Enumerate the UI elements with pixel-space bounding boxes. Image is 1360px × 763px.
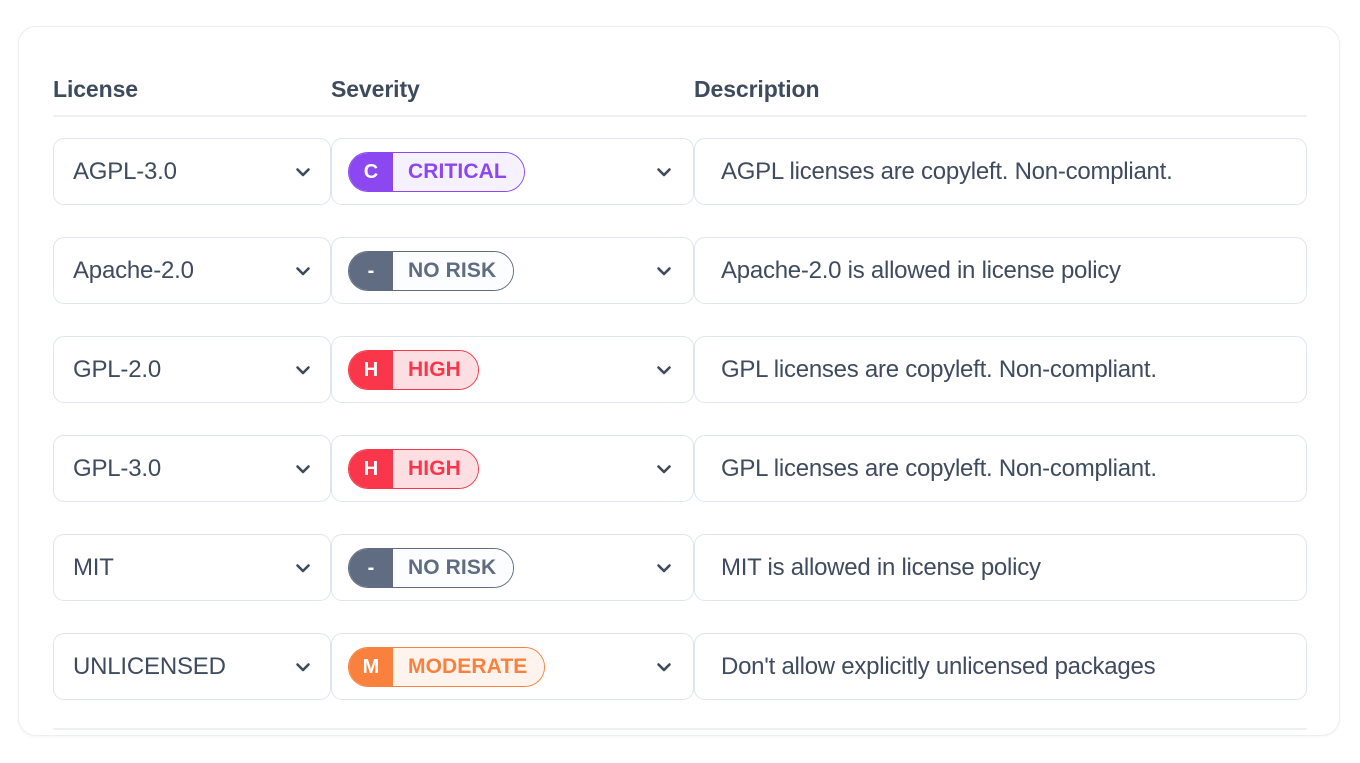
footer-divider <box>53 728 1307 730</box>
chevron-down-icon[interactable] <box>653 260 675 282</box>
description-text: GPL licenses are copyleft. Non-compliant… <box>721 356 1157 384</box>
severity-badge: MMODERATE <box>348 647 545 687</box>
table-row: AGPL-3.0 CCRITICAL AGPL licenses are copyl… <box>53 122 1307 221</box>
severity-select[interactable]: HHIGH <box>331 435 694 502</box>
chevron-down-icon[interactable] <box>292 161 314 183</box>
description-field[interactable]: Apache-2.0 is allowed in license policy <box>694 237 1307 304</box>
severity-badge: HHIGH <box>348 350 479 390</box>
column-header-license: License <box>53 78 331 103</box>
severity-badge-letter: C <box>349 153 393 191</box>
severity-badge-label: HIGH <box>393 450 478 488</box>
description-text: Don't allow explicitly unlicensed packag… <box>721 653 1155 681</box>
chevron-down-icon[interactable] <box>292 656 314 678</box>
table-row: GPL-2.0 HHIGH GPL licenses are copyleft. N… <box>53 320 1307 419</box>
license-select[interactable]: GPL-3.0 <box>53 435 331 502</box>
license-select-value: AGPL-3.0 <box>73 158 177 186</box>
chevron-down-icon[interactable] <box>653 458 675 480</box>
severity-badge: HHIGH <box>348 449 479 489</box>
table-header-row: License Severity Description <box>53 59 1307 103</box>
severity-select[interactable]: CCRITICAL <box>331 138 694 205</box>
severity-select[interactable]: -NO RISK <box>331 237 694 304</box>
column-header-severity: Severity <box>331 78 694 103</box>
description-field[interactable]: GPL licenses are copyleft. Non-compliant… <box>694 336 1307 403</box>
license-select[interactable]: GPL-2.0 <box>53 336 331 403</box>
license-select[interactable]: MIT <box>53 534 331 601</box>
table-body: AGPL-3.0 CCRITICAL AGPL licenses are copyl… <box>53 117 1307 716</box>
severity-badge-letter: - <box>349 252 393 290</box>
description-field[interactable]: AGPL licenses are copyleft. Non-complian… <box>694 138 1307 205</box>
chevron-down-icon[interactable] <box>292 260 314 282</box>
severity-badge-letter: H <box>349 450 393 488</box>
description-text: MIT is allowed in license policy <box>721 554 1041 582</box>
license-select[interactable]: AGPL-3.0 <box>53 138 331 205</box>
severity-badge-letter: - <box>349 549 393 587</box>
table-row: MIT -NO RISK MIT is allowed in license pol… <box>53 518 1307 617</box>
severity-badge-label: CRITICAL <box>393 153 524 191</box>
severity-select[interactable]: MMODERATE <box>331 633 694 700</box>
severity-badge: -NO RISK <box>348 251 514 291</box>
severity-badge-label: HIGH <box>393 351 478 389</box>
license-select-value: Apache-2.0 <box>73 257 194 285</box>
table-row: Apache-2.0 -NO RISK Apache-2.0 is allowed … <box>53 221 1307 320</box>
description-text: AGPL licenses are copyleft. Non-complian… <box>721 158 1173 186</box>
license-select-value: GPL-3.0 <box>73 455 161 483</box>
table-row: UNLICENSED MMODERATE Don't allow explicitl… <box>53 617 1307 716</box>
license-select-value: GPL-2.0 <box>73 356 161 384</box>
severity-badge-label: MODERATE <box>393 648 544 686</box>
license-select[interactable]: Apache-2.0 <box>53 237 331 304</box>
table-row: GPL-3.0 HHIGH GPL licenses are copyleft. N… <box>53 419 1307 518</box>
severity-badge: CCRITICAL <box>348 152 525 192</box>
description-field[interactable]: Don't allow explicitly unlicensed packag… <box>694 633 1307 700</box>
chevron-down-icon[interactable] <box>653 359 675 381</box>
chevron-down-icon[interactable] <box>653 557 675 579</box>
chevron-down-icon[interactable] <box>292 458 314 480</box>
severity-badge-letter: H <box>349 351 393 389</box>
chevron-down-icon[interactable] <box>653 656 675 678</box>
license-policy-table: License Severity Description AGPL-3.0 CCR… <box>53 59 1307 730</box>
description-field[interactable]: MIT is allowed in license policy <box>694 534 1307 601</box>
chevron-down-icon[interactable] <box>292 557 314 579</box>
chevron-down-icon[interactable] <box>653 161 675 183</box>
license-select-value: UNLICENSED <box>73 653 226 681</box>
license-select-value: MIT <box>73 554 114 582</box>
severity-badge-label: NO RISK <box>393 549 513 587</box>
severity-badge: -NO RISK <box>348 548 514 588</box>
column-header-description: Description <box>694 78 1307 103</box>
description-text: Apache-2.0 is allowed in license policy <box>721 257 1121 285</box>
license-policy-card: License Severity Description AGPL-3.0 CCR… <box>18 26 1340 736</box>
license-select[interactable]: UNLICENSED <box>53 633 331 700</box>
severity-select[interactable]: -NO RISK <box>331 534 694 601</box>
severity-badge-letter: M <box>349 648 393 686</box>
description-text: GPL licenses are copyleft. Non-compliant… <box>721 455 1157 483</box>
description-field[interactable]: GPL licenses are copyleft. Non-compliant… <box>694 435 1307 502</box>
severity-badge-label: NO RISK <box>393 252 513 290</box>
chevron-down-icon[interactable] <box>292 359 314 381</box>
severity-select[interactable]: HHIGH <box>331 336 694 403</box>
